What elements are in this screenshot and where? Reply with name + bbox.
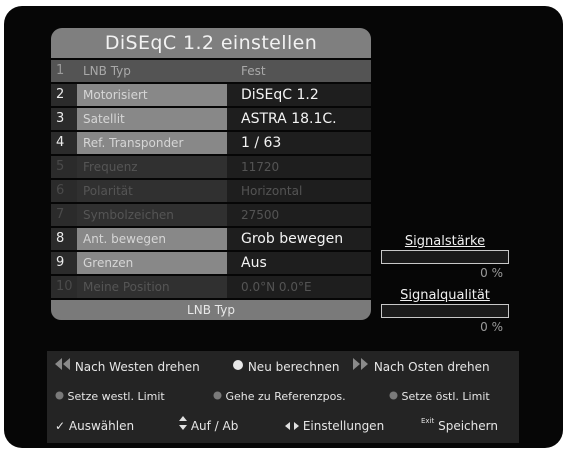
- row-index: 2: [51, 84, 77, 106]
- help-bar: Nach Westen drehen Neu berechnen Nach Os…: [47, 351, 519, 443]
- row-value: Grob bewegen: [241, 231, 344, 247]
- help-row-2: Setze westl. Limit Gehe zu Referenzpos. …: [47, 385, 519, 409]
- up-down-arrows-icon: [179, 414, 187, 438]
- diseqc-menu: DiSEqC 1.2 einstellen 1 LNB Typ Fest 2 M…: [51, 28, 371, 320]
- west-limit-label: Setze westl. Limit: [67, 390, 165, 403]
- menu-row-polarity: 6 Polarität Horizontal: [51, 180, 371, 202]
- row-index: 6: [51, 180, 77, 202]
- help-row-3: ✓ Auswählen Auf / Ab Einstellungen Exit …: [47, 414, 519, 438]
- updown-button[interactable]: Auf / Ab: [179, 414, 238, 438]
- signal-quality-meter: Signalqualität 0 %: [381, 288, 509, 336]
- exit-key-icon: Exit: [421, 417, 435, 425]
- checkmark-icon: ✓: [55, 419, 66, 433]
- row-value: 1 / 63: [241, 135, 282, 151]
- goto-ref-label: Gehe zu Referenzpos.: [225, 390, 346, 403]
- menu-row-motorized[interactable]: 2 Motorisiert DiSEqC 1.2: [51, 84, 371, 106]
- row-label: Meine Position: [77, 276, 227, 298]
- red-button-icon: [55, 385, 64, 409]
- row-label: Satellit: [77, 108, 227, 130]
- west-button[interactable]: Nach Westen drehen: [53, 355, 200, 379]
- row-value: Aus: [241, 255, 267, 271]
- menu-row-lnb-type[interactable]: 1 LNB Typ Fest: [51, 60, 371, 82]
- east-limit-label: Setze östl. Limit: [401, 390, 490, 403]
- left-right-arrows-icon: [285, 414, 299, 438]
- signal-quality-value: 0 %: [480, 320, 503, 334]
- row-label: Frequenz: [77, 156, 227, 178]
- row-value: 27500: [241, 208, 280, 222]
- double-right-arrow-icon: [352, 355, 370, 379]
- east-limit-button[interactable]: Setze östl. Limit: [389, 385, 490, 409]
- row-index: 5: [51, 156, 77, 178]
- help-footer: LNB Typ: [51, 300, 371, 320]
- menu-row-symbol-rate: 7 Symbolzeichen 27500: [51, 204, 371, 226]
- row-index: 8: [51, 228, 77, 250]
- menu-title: DiSEqC 1.2 einstellen: [51, 28, 371, 58]
- row-index: 7: [51, 204, 77, 226]
- row-label: Polarität: [77, 180, 227, 202]
- east-button[interactable]: Nach Osten drehen: [352, 355, 490, 379]
- updown-label: Auf / Ab: [190, 419, 239, 433]
- row-index: 10: [51, 276, 77, 298]
- row-label: Ant. bewegen: [77, 228, 227, 250]
- menu-row-frequency: 5 Frequenz 11720: [51, 156, 371, 178]
- double-left-arrow-icon: [53, 355, 71, 379]
- row-label: Symbolzeichen: [77, 204, 227, 226]
- save-button[interactable]: Exit Speichern: [421, 414, 498, 438]
- row-value: 11720: [241, 160, 280, 174]
- menu-row-limits[interactable]: 9 Grenzen Aus: [51, 252, 371, 274]
- row-value: ASTRA 18.1C.: [241, 111, 337, 127]
- signal-strength-value: 0 %: [480, 266, 503, 280]
- yellow-button-icon: [389, 385, 398, 409]
- save-label: Speichern: [438, 419, 498, 433]
- row-value: 0.0°N 0.0°E: [241, 280, 312, 294]
- green-button-icon: [213, 385, 222, 409]
- row-index: 4: [51, 132, 77, 154]
- select-label: Auswählen: [68, 419, 135, 433]
- menu-row-satellite[interactable]: 3 Satellit ASTRA 18.1C.: [51, 108, 371, 130]
- east-label: Nach Osten drehen: [373, 360, 490, 374]
- row-label: Motorisiert: [77, 84, 227, 106]
- signal-quality-bar: [381, 304, 509, 318]
- select-button[interactable]: ✓ Auswählen: [55, 414, 134, 438]
- settings-button[interactable]: Einstellungen: [285, 414, 384, 438]
- goto-ref-button[interactable]: Gehe zu Referenzpos.: [213, 385, 346, 409]
- row-index: 9: [51, 252, 77, 274]
- west-limit-button[interactable]: Setze westl. Limit: [55, 385, 165, 409]
- signal-strength-bar: [381, 250, 509, 264]
- menu-row-move-antenna[interactable]: 8 Ant. bewegen Grob bewegen: [51, 228, 371, 250]
- white-dot-icon: [232, 355, 244, 379]
- signal-strength-label: Signalstärke: [404, 234, 486, 249]
- signal-quality-label: Signalqualität: [400, 288, 490, 303]
- row-index: 3: [51, 108, 77, 130]
- settings-label: Einstellungen: [302, 419, 385, 433]
- row-label: Ref. Transponder: [77, 132, 227, 154]
- row-label: LNB Typ: [77, 60, 227, 82]
- help-row-1: Nach Westen drehen Neu berechnen Nach Os…: [47, 355, 519, 379]
- row-label: Grenzen: [77, 252, 227, 274]
- row-index: 1: [51, 60, 77, 82]
- row-value: DiSEqC 1.2: [241, 87, 319, 103]
- tv-screen: DiSEqC 1.2 einstellen 1 LNB Typ Fest 2 M…: [4, 6, 563, 448]
- row-value: Fest: [227, 60, 371, 82]
- west-label: Nach Westen drehen: [74, 360, 200, 374]
- row-value: Horizontal: [241, 184, 303, 198]
- recalc-button[interactable]: Neu berechnen: [232, 355, 339, 379]
- menu-row-my-position: 10 Meine Position 0.0°N 0.0°E: [51, 276, 371, 298]
- menu-row-ref-transponder[interactable]: 4 Ref. Transponder 1 / 63: [51, 132, 371, 154]
- recalc-label: Neu berechnen: [247, 360, 340, 374]
- signal-strength-meter: Signalstärke 0 %: [381, 234, 509, 282]
